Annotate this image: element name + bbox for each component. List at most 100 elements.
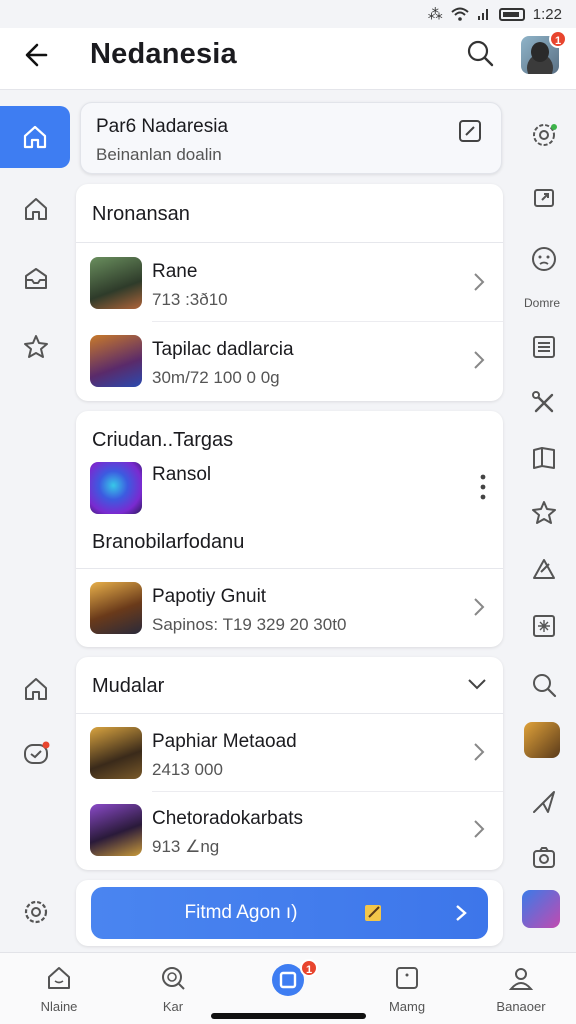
right-rail-sparkle[interactable] <box>524 606 564 646</box>
list-item[interactable]: Tapilac dadlarcia 30m/72 100 0 0g <box>76 322 503 400</box>
game-thumbnail <box>90 582 142 634</box>
right-rail-send[interactable] <box>524 782 564 822</box>
item-name: Chetoradokarbats <box>152 808 304 829</box>
home-icon <box>25 678 47 700</box>
section-title: Mudalar <box>92 675 165 697</box>
home-indicator <box>211 1013 366 1019</box>
right-rail-label: Domre <box>523 296 560 310</box>
right-rail: Domre <box>514 92 576 952</box>
profile-subtitle: Beinanlan doalin <box>96 145 222 164</box>
sparkle-icon <box>365 905 381 921</box>
rail-inbox-button[interactable] <box>14 257 58 301</box>
list-item[interactable]: Rane 713 :3ð10 <box>76 244 503 322</box>
game-thumbnail <box>90 335 142 387</box>
nav-label: Kar <box>162 999 184 1014</box>
right-rail-camera[interactable] <box>524 837 564 877</box>
nav-label: Mamg <box>388 999 426 1014</box>
nav-search[interactable]: Kar <box>128 963 218 1019</box>
right-rail-book[interactable] <box>524 438 564 478</box>
list-item[interactable]: Papotiy Gnuit Sapinos: T19 329 20 30t0 <box>76 569 503 647</box>
item-name: Paphiar Metaoad <box>152 731 297 752</box>
back-arrow-icon[interactable] <box>20 38 54 72</box>
status-bar: ⁂ 1:22 <box>0 0 576 28</box>
rail-home-button[interactable] <box>14 187 58 231</box>
list-item[interactable]: Paphiar Metaoad 2413 000 <box>76 714 503 792</box>
divider <box>76 242 503 243</box>
right-rail-settings[interactable] <box>524 115 564 155</box>
nav-label: Nlaine <box>40 999 78 1014</box>
item-name: Rane <box>152 261 198 282</box>
app-icon <box>90 462 142 514</box>
page-title: Nedanesia <box>90 38 237 70</box>
chevron-right-icon <box>474 743 485 761</box>
nav-home[interactable]: Nlaine <box>14 963 104 1019</box>
search-icon[interactable] <box>465 38 495 68</box>
list-icon <box>533 336 555 358</box>
edit-icon[interactable] <box>457 118 483 144</box>
rail-notifications-button[interactable] <box>14 732 58 776</box>
chevron-down-icon[interactable] <box>467 677 487 691</box>
right-rail-game-thumb[interactable] <box>524 722 560 758</box>
game-thumbnail <box>90 257 142 309</box>
home-icon <box>23 125 47 149</box>
home-icon <box>48 967 70 989</box>
chevron-right-icon <box>474 351 485 369</box>
right-rail-share[interactable] <box>524 177 564 217</box>
sparkle-icon <box>533 615 555 637</box>
rail-favorites-button[interactable] <box>14 325 58 369</box>
right-rail-tools[interactable] <box>524 383 564 423</box>
item-sub: 913 ∠ng <box>152 837 220 856</box>
book-icon <box>533 447 555 469</box>
avatar-badge: 1 <box>549 30 567 48</box>
game-thumbnail <box>90 804 142 856</box>
bluetooth-icon: ⁂ <box>427 6 443 23</box>
nav-label: Banaoer <box>496 999 546 1014</box>
right-rail-search[interactable] <box>524 665 564 705</box>
wifi-icon <box>451 7 469 21</box>
share-icon <box>534 189 554 207</box>
chat-bubble-icon <box>24 741 50 764</box>
search-icon <box>162 967 185 990</box>
search-icon <box>533 674 557 698</box>
primary-action-button[interactable]: Fitmd Agon ı) <box>91 887 488 939</box>
pencil-triangle-icon <box>533 559 555 579</box>
featured-item[interactable]: Ransol <box>76 449 503 527</box>
chevron-right-icon <box>474 598 485 616</box>
right-rail-edit[interactable] <box>524 549 564 589</box>
item-sub: Sapinos: T19 329 20 30t0 <box>152 615 347 634</box>
item-sub: 30m/72 100 0 0g <box>152 368 280 387</box>
item-name: Tapilac dadlarcia <box>152 339 294 360</box>
chevron-right-icon <box>474 820 485 838</box>
right-rail-list[interactable] <box>524 327 564 367</box>
battery-icon <box>498 7 525 21</box>
star-icon <box>532 501 556 524</box>
section-title: Nronansan <box>92 203 190 225</box>
send-icon <box>533 791 555 813</box>
right-rail-star[interactable] <box>524 493 564 533</box>
right-rail-game-thumb-2[interactable] <box>522 890 560 928</box>
smiley-icon <box>532 247 556 271</box>
section-card-1: Nronansan Rane 713 :3ð10 Tapilac dadlarc… <box>76 184 503 401</box>
more-vertical-icon[interactable] <box>479 473 487 501</box>
nav-center[interactable]: 1 <box>243 959 333 1019</box>
chevron-right-icon <box>474 273 485 291</box>
cta-label: Fitmd Agon ı) <box>184 902 298 923</box>
item-sub: 713 :3ð10 <box>152 290 228 309</box>
signal-icon <box>477 9 488 20</box>
home-icon <box>25 198 47 220</box>
profile-header-card[interactable]: Par6 Nadaresia Beinanlan doalin <box>80 102 502 174</box>
nav-badge: 1 <box>300 959 318 977</box>
left-rail <box>0 92 72 952</box>
star-hand-icon <box>24 335 48 358</box>
nav-messages[interactable]: Mamg <box>362 963 452 1019</box>
list-item[interactable]: Chetoradokarbats 913 ∠ng <box>76 791 503 869</box>
profile-title: Par6 Nadaresia <box>96 116 229 137</box>
tools-icon <box>532 391 554 413</box>
rail-home-active-button[interactable] <box>0 106 70 168</box>
nav-profile[interactable]: Banaoer <box>476 963 566 1019</box>
rail-home-secondary-button[interactable] <box>14 667 58 711</box>
camera-icon <box>533 847 555 868</box>
rail-settings-button[interactable] <box>14 890 58 934</box>
right-rail-emoji[interactable] <box>524 239 564 279</box>
inbox-icon <box>25 268 47 289</box>
